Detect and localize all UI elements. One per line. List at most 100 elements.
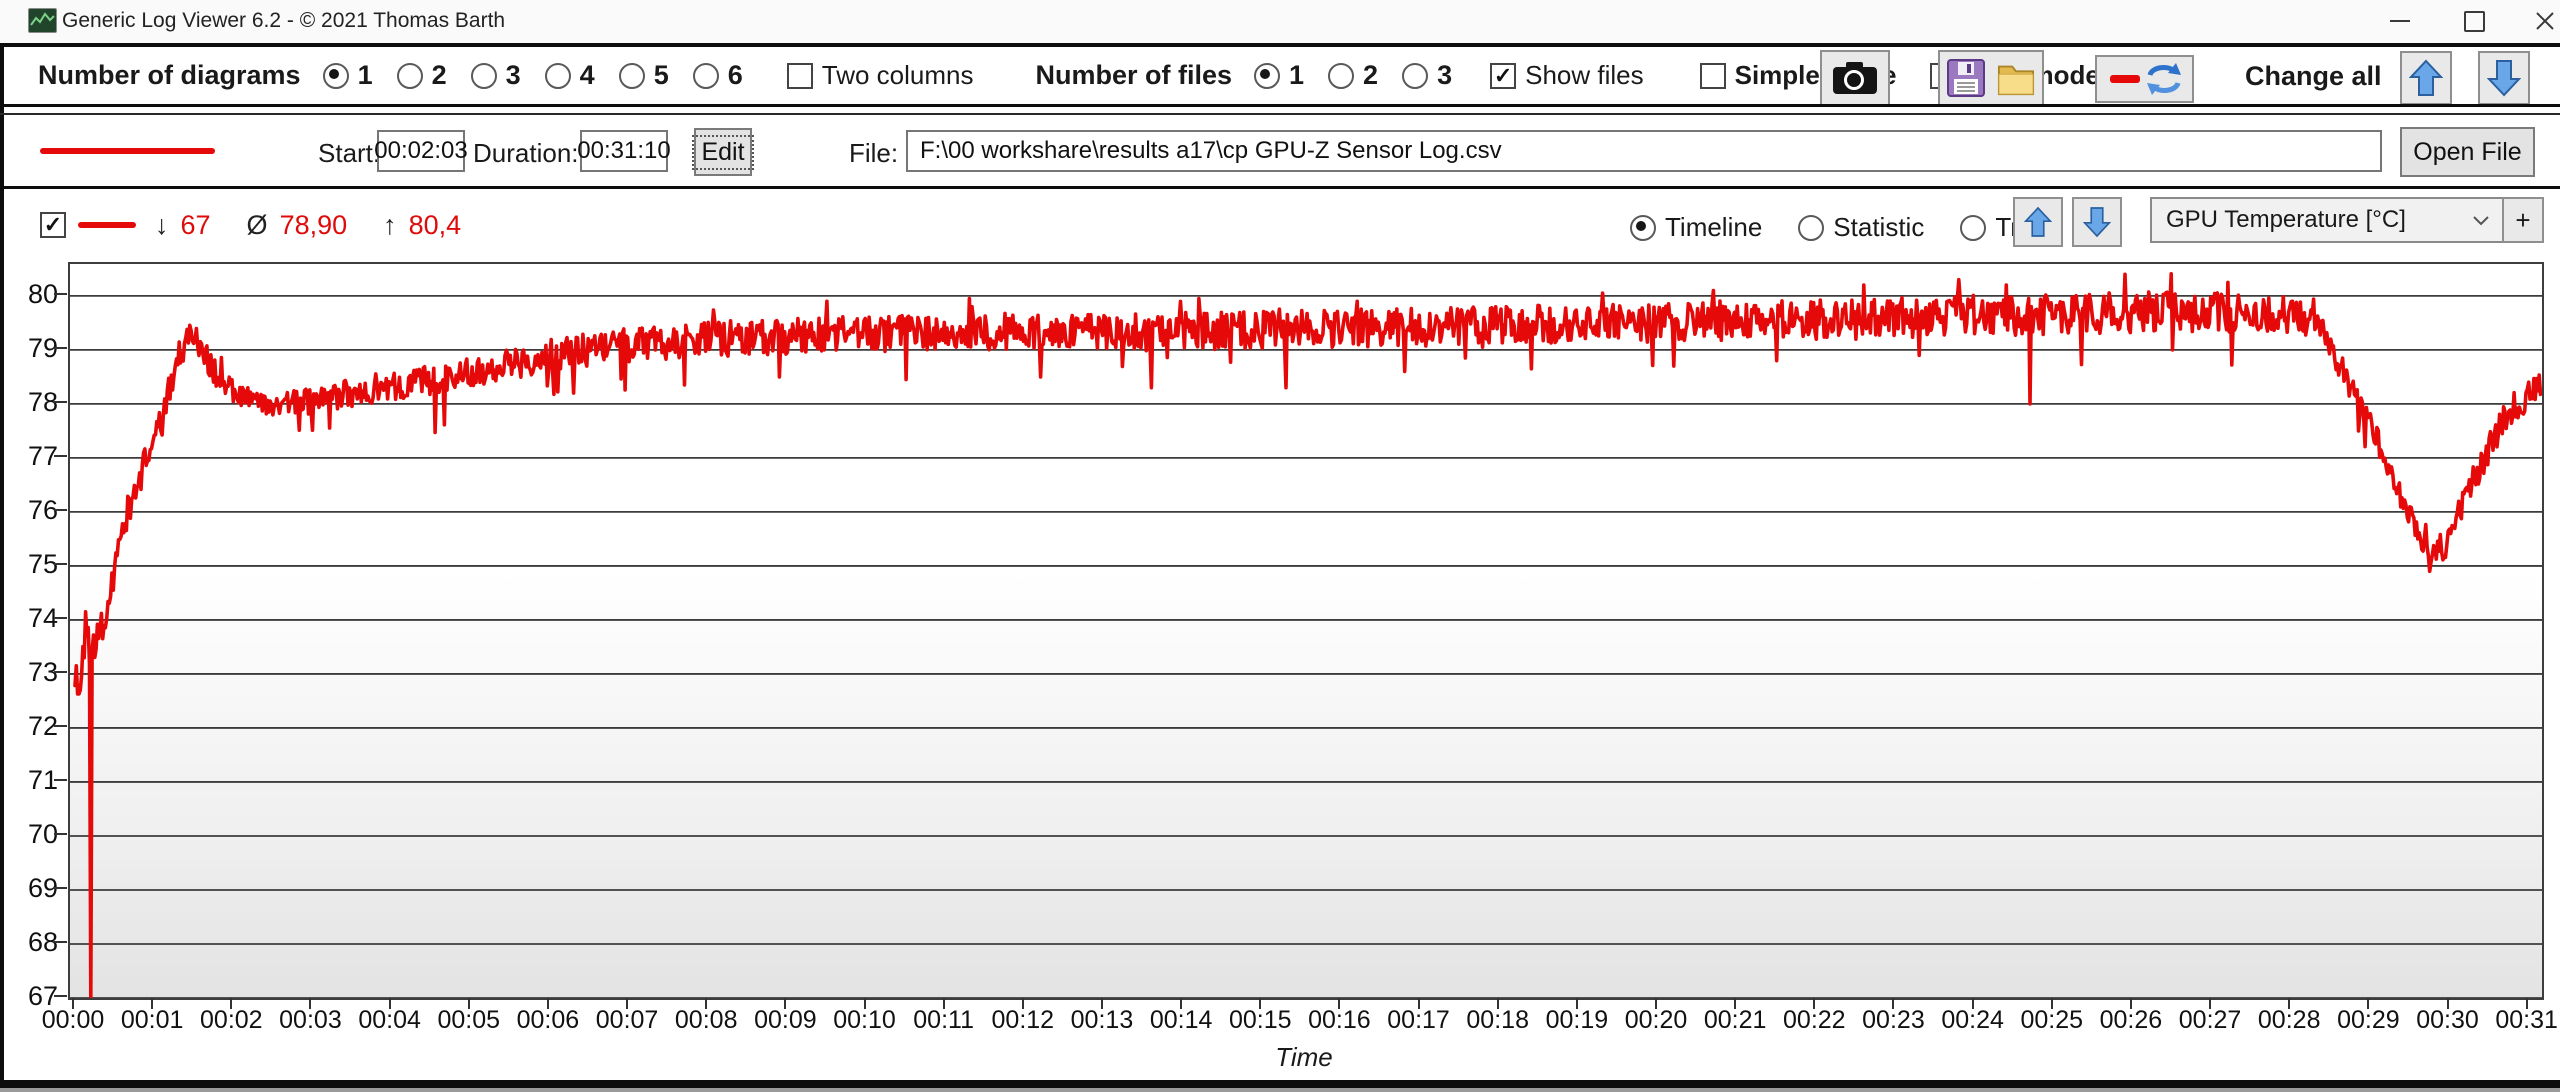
- maximize-button[interactable]: [2441, 0, 2507, 42]
- duration-label: Duration:: [473, 138, 579, 169]
- show-files-box[interactable]: ✓: [1490, 63, 1516, 89]
- view-mode-option-timeline[interactable]: Timeline: [1630, 212, 1762, 243]
- diagram-count-option-label: 4: [580, 60, 595, 91]
- radio-icon[interactable]: [471, 63, 497, 89]
- radio-icon[interactable]: [1630, 215, 1656, 241]
- close-button[interactable]: [2512, 0, 2560, 42]
- y-tick-label: 72: [2, 710, 58, 742]
- file-path-input[interactable]: F:\00 workshare\results a17\cp GPU-Z Sen…: [906, 130, 2382, 172]
- minimize-button[interactable]: [2367, 0, 2433, 42]
- y-tick-mark: [54, 671, 67, 673]
- x-tick-label: 00:27: [2168, 1006, 2252, 1035]
- show-files-label: Show files: [1525, 60, 1644, 91]
- x-tick-label: 00:08: [664, 1006, 748, 1035]
- diagram-count-option-label: 1: [358, 60, 373, 91]
- radio-icon[interactable]: [619, 63, 645, 89]
- diagram-count-radios: 12 3 456: [323, 60, 743, 91]
- line-style-refresh-button[interactable]: [2095, 55, 2194, 103]
- x-tick-label: 00:12: [981, 1006, 1065, 1035]
- avg-symbol: Ø: [247, 210, 268, 241]
- x-tick-label: 00:09: [743, 1006, 827, 1035]
- toolbar: Number of diagrams 123456 Two columns Nu…: [38, 47, 2100, 104]
- folder-icon: [1995, 59, 2037, 97]
- min-arrow-icon: ↓: [155, 210, 169, 241]
- arrow-down-icon: [2487, 59, 2521, 97]
- open-file-button[interactable]: Open File: [2400, 127, 2535, 177]
- y-tick-label: 71: [2, 764, 58, 796]
- file-count-option-2[interactable]: 2: [1328, 60, 1378, 91]
- duration-input[interactable]: 00:31:10: [580, 130, 668, 172]
- open-folder-button[interactable]: [1990, 50, 2044, 106]
- radio-icon[interactable]: [1960, 215, 1986, 241]
- gpu-temperature-line-chart: [70, 264, 2542, 998]
- show-files-checkbox[interactable]: ✓ Show files: [1490, 60, 1644, 91]
- signal-select-value: GPU Temperature [°C]: [2166, 206, 2406, 234]
- series-legend-line: [78, 222, 136, 228]
- radio-icon[interactable]: [545, 63, 571, 89]
- edit-button[interactable]: Edit: [694, 128, 752, 176]
- x-tick-label: 00:29: [2326, 1006, 2410, 1035]
- diagram-count-option-6[interactable]: 6: [693, 60, 743, 91]
- y-tick-mark: [54, 995, 67, 997]
- file-count-option-1[interactable]: 1: [1254, 60, 1304, 91]
- avg-value: 78,90: [280, 210, 348, 241]
- radio-icon[interactable]: [1402, 63, 1428, 89]
- radio-icon[interactable]: [323, 63, 349, 89]
- series-color-line: [40, 148, 215, 154]
- y-tick-label: 76: [2, 494, 58, 526]
- change-all-label: Change all: [2245, 61, 2382, 92]
- signal-select-dropdown[interactable]: GPU Temperature [°C]: [2150, 197, 2504, 243]
- radio-icon[interactable]: [1798, 215, 1824, 241]
- view-mode-option-statistic[interactable]: Statistic: [1798, 212, 1924, 243]
- series-visible-checkbox[interactable]: ✓: [40, 212, 66, 238]
- chart-plot-area[interactable]: [68, 262, 2544, 1000]
- file-count-option-label: 2: [1363, 60, 1378, 91]
- change-all-up-button[interactable]: [2400, 51, 2452, 105]
- minimize-icon: [2390, 20, 2410, 22]
- x-tick-label: 00:03: [268, 1006, 352, 1035]
- y-tick-label: 74: [2, 602, 58, 634]
- x-tick-label: 00:20: [1614, 1006, 1698, 1035]
- simple-mode-box[interactable]: [1700, 63, 1726, 89]
- file-count-option-3[interactable]: 3: [1402, 60, 1452, 91]
- toolbar-separator: [0, 104, 2560, 107]
- two-columns-box[interactable]: [787, 63, 813, 89]
- y-tick-label: 80: [2, 278, 58, 310]
- y-tick-mark: [54, 293, 67, 295]
- arrow-down-icon: [2083, 205, 2111, 239]
- file-count-option-label: 1: [1289, 60, 1304, 91]
- radio-icon[interactable]: [397, 63, 423, 89]
- radio-icon[interactable]: [693, 63, 719, 89]
- x-tick-label: 00:28: [2247, 1006, 2331, 1035]
- screenshot-button[interactable]: [1820, 50, 1890, 106]
- max-arrow-icon: ↑: [383, 210, 397, 241]
- save-button[interactable]: [1938, 50, 1994, 106]
- diagram-move-down-button[interactable]: [2072, 197, 2122, 247]
- diagram-count-option-2[interactable]: 2: [397, 60, 447, 91]
- radio-icon[interactable]: [1328, 63, 1354, 89]
- screen-edge: [0, 1088, 2560, 1092]
- x-tick-label: 00:23: [1851, 1006, 1935, 1035]
- radio-icon[interactable]: [1254, 63, 1280, 89]
- diagram-count-option-4[interactable]: 4: [545, 60, 595, 91]
- start-time-input[interactable]: 00:02:03: [377, 130, 465, 172]
- diagram-count-option-label: 3: [506, 60, 521, 91]
- x-tick-label: 00:19: [1535, 1006, 1619, 1035]
- x-tick-label: 00:06: [506, 1006, 590, 1035]
- edit-button-label: Edit: [692, 135, 753, 170]
- add-signal-button[interactable]: +: [2502, 197, 2544, 243]
- two-columns-checkbox[interactable]: Two columns: [787, 60, 974, 91]
- diagram-count-option-1[interactable]: 1: [323, 60, 373, 91]
- series-stats: ↓ 67 Ø 78,90 ↑ 80,4: [155, 210, 461, 241]
- y-tick-mark: [54, 725, 67, 727]
- x-tick-label: 00:04: [348, 1006, 432, 1035]
- view-mode-radios: TimelineStatisticTriple: [1630, 212, 2059, 243]
- diagram-move-up-button[interactable]: [2013, 197, 2063, 247]
- y-tick-mark: [54, 779, 67, 781]
- view-mode-option-label: Statistic: [1833, 212, 1924, 243]
- diagram-count-option-5[interactable]: 5: [619, 60, 669, 91]
- y-tick-label: 77: [2, 440, 58, 472]
- diagram-count-option-3[interactable]: 3: [471, 60, 521, 91]
- app-icon: [28, 8, 57, 33]
- change-all-down-button[interactable]: [2478, 51, 2530, 105]
